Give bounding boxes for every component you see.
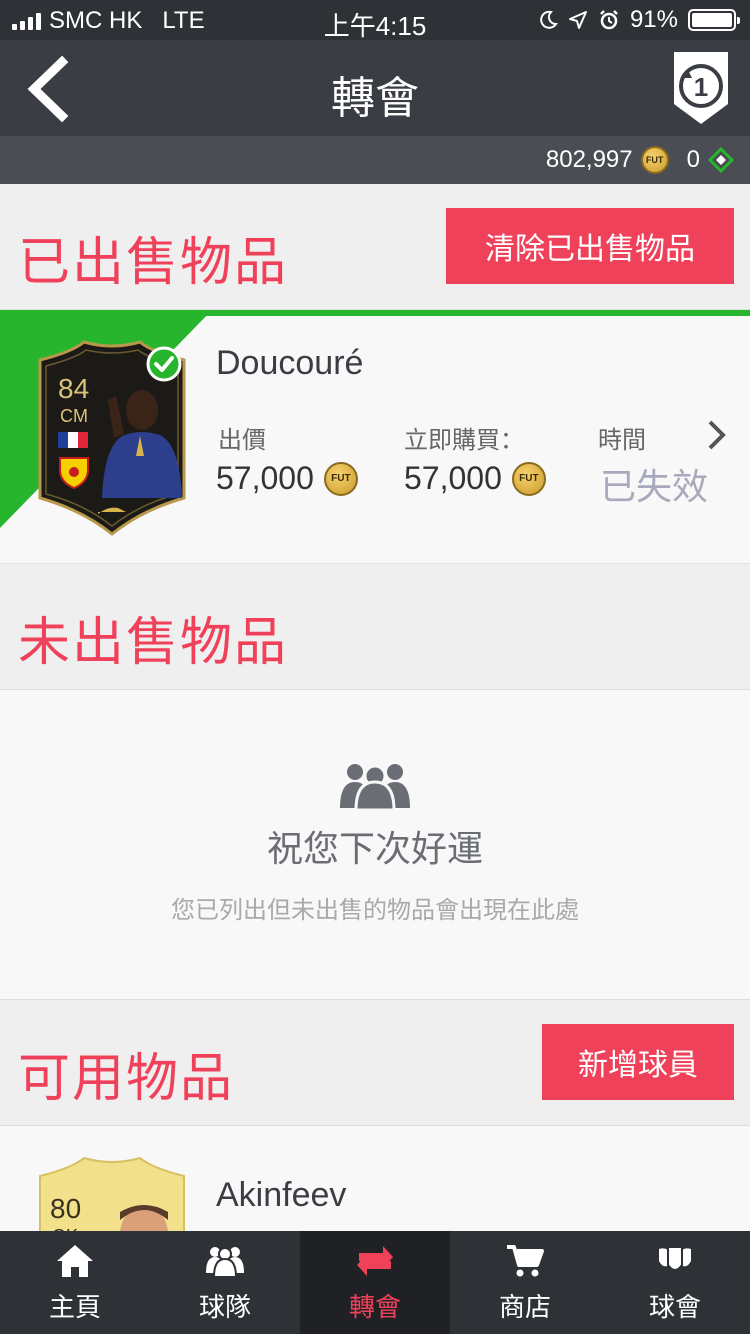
squad-icon [206,1247,244,1278]
tab-squad[interactable]: 球隊 [150,1231,300,1334]
tab-club[interactable]: 球會 [600,1231,750,1334]
fut-coin-icon: FUT [323,461,358,496]
buy-now-value: 57,000 FUT [404,460,546,497]
tab-bar: 主頁 球隊 轉會 商店 球會 [0,1231,750,1334]
fut-coin-icon: FUT [640,146,669,174]
player-name: Doucouré [216,344,364,382]
home-icon [57,1245,93,1277]
clear-sold-button[interactable]: 清除已出售物品 [446,208,734,284]
tab-store[interactable]: 商店 [450,1231,600,1334]
chevron-right-icon[interactable] [706,418,728,452]
player-card-akinfeev[interactable]: 80 GK [32,1154,192,1231]
fut-coin-icon: FUT [511,461,546,496]
available-item-row[interactable]: 80 GK Akinfeev [0,1126,750,1231]
season-objectives-button[interactable]: 1 [668,48,734,128]
battery-percent: 91% [629,6,678,33]
fifa-points-icon [708,147,734,173]
group-icon [340,764,410,810]
france-flag-icon [58,432,88,448]
available-items-header: 可用物品 新增球員 [0,1000,750,1126]
empty-description: 您已列出但未出售的物品會出現在此處 [171,897,579,924]
available-items-title: 可用物品 [18,1050,235,1108]
alarm-icon [600,10,618,30]
unsold-empty-state: 祝您下次好運 您已列出但未出售的物品會出現在此處 [0,690,750,1000]
page-title: 轉會 [331,74,419,123]
card-rating: 80 [50,1193,81,1224]
club-icon [659,1246,691,1271]
time-label: 時間 [598,427,646,454]
battery-icon [688,9,740,31]
nav-bar: 轉會 1 [0,40,750,136]
cart-icon [507,1245,544,1277]
player-name: Akinfeev [216,1176,347,1214]
sold-check-icon [146,346,182,382]
tab-transfers[interactable]: 轉會 [300,1231,450,1334]
points-balance: 0 [686,146,700,173]
sold-item-row[interactable]: 84 CM Doucouré 出價 57,000 FUT 立即購買： 57,00… [0,310,750,564]
bid-value: 57,000 FUT [216,460,358,497]
bid-label: 出價 [218,427,266,454]
buy-now-label: 立即購買： [404,427,524,454]
status-bar: SMC HK LTE 上午4:15 91% [0,0,750,41]
location-icon [568,11,587,29]
empty-title: 祝您下次好運 [266,828,483,869]
season-number: 1 [694,72,708,102]
moon-icon [540,10,558,29]
add-player-button[interactable]: 新增球員 [542,1024,734,1100]
sold-items-header: 已出售物品 清除已出售物品 [0,184,750,310]
tab-home[interactable]: 主頁 [0,1231,150,1334]
coin-balance: 802,997 [545,146,633,173]
time-value: 已失效 [600,466,709,507]
currency-bar: 802,997 FUT 0 [0,136,750,184]
card-rating: 84 [58,373,89,404]
sold-items-title: 已出售物品 [18,234,289,292]
transfer-icon [357,1246,393,1276]
unsold-items-title: 未出售物品 [18,614,289,672]
unsold-items-header: 未出售物品 [0,564,750,690]
card-position: CM [60,406,88,426]
